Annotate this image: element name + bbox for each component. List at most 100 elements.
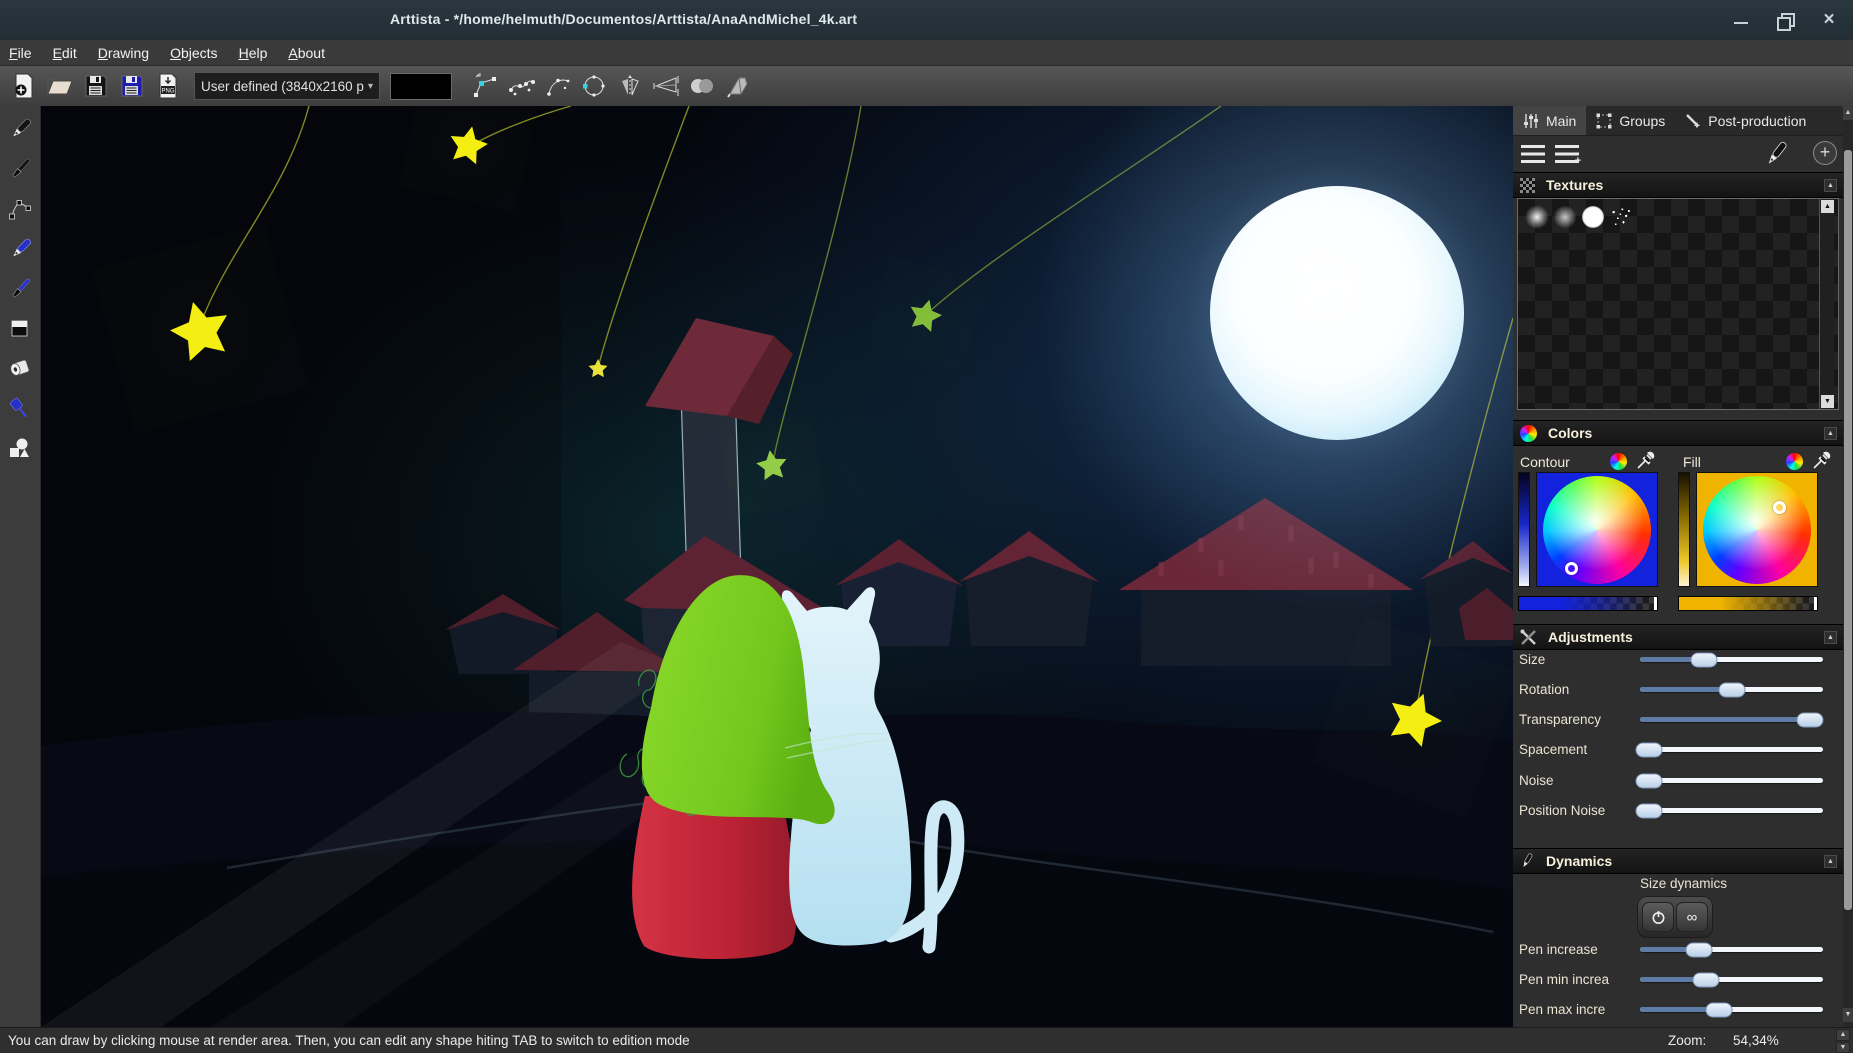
panel-scrollbar[interactable]: ▲ ▼ (1843, 106, 1853, 1027)
fill-eyedropper-icon[interactable] (1811, 451, 1831, 471)
boolean-circles-tool[interactable] (686, 70, 718, 102)
zoom-spin-down[interactable]: ▼ (1836, 1042, 1850, 1053)
ellipse-tool[interactable] (578, 70, 610, 102)
canvas-size-preset-dropdown[interactable]: User defined (3840x2160 p ▾ (194, 72, 380, 100)
shapes-tool[interactable] (3, 432, 37, 466)
texture-grain-spot[interactable] (1552, 205, 1578, 229)
texture-scroll-down[interactable]: ▼ (1821, 395, 1834, 408)
tab-main[interactable]: Main (1513, 106, 1586, 135)
pen-icon[interactable] (1761, 138, 1791, 175)
size-slider[interactable] (1640, 657, 1823, 662)
export-png-button[interactable]: PNG (152, 70, 184, 102)
open-button[interactable] (44, 70, 76, 102)
blue-brush-tool[interactable] (3, 272, 37, 306)
dynamics-section-header[interactable]: Dynamics ▲ (1513, 848, 1843, 874)
tab-groups-label: Groups (1619, 113, 1665, 129)
colors-section-header[interactable]: Colors ▲ (1513, 420, 1843, 446)
render-canvas[interactable] (41, 106, 1513, 1027)
texture-speckle[interactable] (1608, 205, 1634, 229)
contour-color-cursor[interactable] (1565, 562, 1578, 575)
mirror-tool[interactable] (614, 70, 646, 102)
zoom-value: 54,34% (1733, 1033, 1779, 1048)
fill-color-picker[interactable] (1696, 472, 1818, 587)
close-button[interactable]: × (1819, 10, 1839, 30)
zoom-spinner[interactable]: ▲▼ (1836, 1029, 1850, 1053)
fill-wheel-icon[interactable] (1786, 453, 1803, 470)
fill-color-cursor[interactable] (1773, 501, 1786, 514)
collapse-colors-button[interactable]: ▲ (1824, 427, 1837, 440)
tab-groups[interactable]: Groups (1586, 106, 1675, 135)
contour-value-bar[interactable] (1518, 472, 1530, 587)
curve-tool[interactable] (506, 70, 538, 102)
bezier-path-tool[interactable] (3, 192, 37, 226)
zoom-spin-up[interactable]: ▲ (1836, 1029, 1850, 1041)
fill-value-bar[interactable] (1678, 472, 1690, 587)
right-panel: Main Groups Post-production + Textures ▲ (1513, 106, 1843, 1027)
menu-drawing[interactable]: Drawing (98, 45, 149, 61)
pressure-toggle[interactable] (1642, 902, 1674, 932)
collapse-adjustments-button[interactable]: ▲ (1824, 631, 1837, 644)
contour-color-picker[interactable] (1536, 472, 1658, 587)
new-document-button[interactable] (8, 70, 40, 102)
panel-scroll-down[interactable]: ▼ (1843, 1008, 1853, 1022)
contour-wheel-icon[interactable] (1610, 453, 1627, 470)
rotation-slider[interactable] (1640, 687, 1823, 692)
textures-section-header[interactable]: Textures ▲ (1513, 172, 1843, 198)
skew-tool[interactable] (650, 70, 682, 102)
collapse-textures-button[interactable]: ▲ (1824, 179, 1837, 192)
adjustments-section-header[interactable]: Adjustments ▲ (1513, 624, 1843, 650)
panel-quick-tools: + (1513, 136, 1843, 172)
collapse-dynamics-button[interactable]: ▲ (1824, 855, 1837, 868)
arc-tool[interactable] (542, 70, 574, 102)
texture-soft-spot[interactable] (1524, 205, 1550, 229)
contour-alpha-bar[interactable] (1518, 596, 1658, 611)
title-bar: Arttista - */home/helmuth/Documentos/Art… (0, 0, 1853, 40)
pen-min-increase-label: Pen min increa (1519, 972, 1637, 987)
position-noise-slider[interactable] (1640, 808, 1823, 813)
menu-objects[interactable]: Objects (170, 45, 217, 61)
node-edit-tool[interactable] (470, 70, 502, 102)
menu-edit[interactable]: Edit (53, 45, 77, 61)
transparency-slider[interactable] (1640, 717, 1823, 722)
paint-roll-tool[interactable] (3, 352, 37, 386)
panel-scroll-thumb[interactable] (1844, 150, 1852, 910)
active-color-swatch[interactable] (390, 73, 452, 100)
fill-hue-wheel[interactable] (1703, 476, 1811, 584)
status-bar: You can draw by clicking mouse at render… (0, 1027, 1853, 1053)
tab-post-production[interactable]: Post-production (1675, 106, 1816, 135)
save-button[interactable] (80, 70, 112, 102)
status-message: You can draw by clicking mouse at render… (8, 1033, 690, 1048)
fill-rectangle-tool[interactable] (3, 312, 37, 346)
texture-solid-blob[interactable] (1580, 205, 1606, 229)
panel-scroll-up[interactable]: ▲ (1843, 106, 1853, 120)
spatula-tool[interactable] (3, 392, 37, 426)
menu-help[interactable]: Help (239, 45, 268, 61)
texture-scrollbar[interactable]: ▲ ▼ (1819, 199, 1834, 409)
fill-alpha-bar[interactable] (1678, 596, 1818, 611)
contour-hue-wheel[interactable] (1543, 476, 1651, 584)
infinite-toggle[interactable]: ∞ (1676, 902, 1708, 932)
restore-button[interactable] (1775, 10, 1795, 30)
list-add-icon[interactable] (1555, 145, 1579, 163)
menu-file[interactable]: File (9, 45, 32, 61)
blue-pen-tool[interactable] (3, 232, 37, 266)
noise-slider[interactable] (1640, 778, 1823, 783)
knife-tool[interactable] (722, 70, 754, 102)
dynamics-pen-icon (1520, 853, 1535, 870)
menu-about[interactable]: About (288, 45, 325, 61)
texture-scroll-up[interactable]: ▲ (1821, 200, 1834, 213)
pen-max-increase-slider[interactable] (1640, 1007, 1823, 1012)
arttista-window: Arttista - */home/helmuth/Documentos/Art… (0, 0, 1853, 1053)
add-icon[interactable]: + (1813, 141, 1837, 165)
list-icon[interactable] (1521, 145, 1545, 163)
contour-eyedropper-icon[interactable] (1635, 451, 1655, 471)
save-as-button[interactable] (116, 70, 148, 102)
pen-increase-slider[interactable] (1640, 947, 1823, 952)
spacement-slider[interactable] (1640, 747, 1823, 752)
pen-min-increase-slider[interactable] (1640, 977, 1823, 982)
minimize-button[interactable] (1731, 10, 1751, 30)
canvas-artwork[interactable] (41, 106, 1513, 1027)
fountain-pen-tool[interactable] (3, 112, 37, 146)
texture-list[interactable]: ▲ ▼ (1517, 198, 1839, 410)
brush-tool[interactable] (3, 152, 37, 186)
